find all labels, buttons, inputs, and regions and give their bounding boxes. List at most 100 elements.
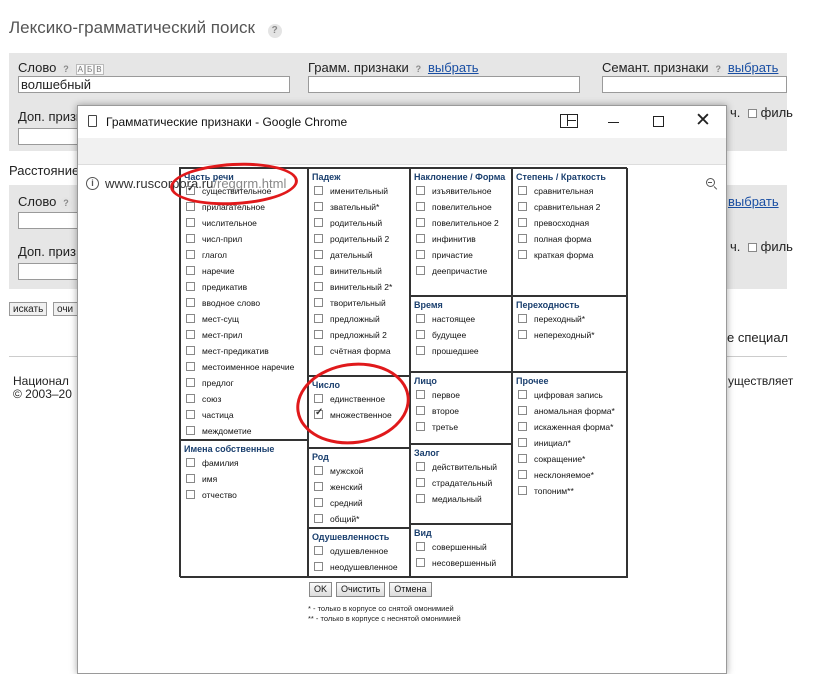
- checkbox[interactable]: [416, 218, 425, 228]
- option-row[interactable]: мужской: [314, 465, 364, 477]
- url-bar[interactable]: i www.ruscorpora.ru/reggrm.html: [78, 138, 726, 191]
- checkbox[interactable]: [314, 186, 323, 196]
- option-row[interactable]: инициал*: [518, 437, 571, 449]
- checkbox[interactable]: [518, 390, 527, 400]
- checkbox[interactable]: [518, 202, 527, 212]
- checkbox[interactable]: [186, 234, 195, 244]
- option-row[interactable]: винительный: [314, 265, 382, 277]
- option-row[interactable]: именительный: [314, 185, 388, 197]
- option-row[interactable]: дательный: [314, 249, 373, 261]
- checkbox[interactable]: [186, 410, 195, 420]
- option-row[interactable]: общий*: [314, 513, 359, 525]
- checkbox[interactable]: [314, 314, 323, 324]
- checkbox[interactable]: [416, 558, 425, 568]
- option-row[interactable]: превосходная: [518, 217, 589, 229]
- option-row[interactable]: сравнительная 2: [518, 201, 600, 213]
- checkbox[interactable]: [416, 478, 425, 488]
- option-row[interactable]: винительный 2*: [314, 281, 392, 293]
- checkbox[interactable]: [186, 298, 195, 308]
- option-row[interactable]: причастие: [416, 249, 473, 261]
- checkbox[interactable]: [416, 330, 425, 340]
- option-row[interactable]: мест-предикатив: [186, 345, 269, 357]
- close-icon[interactable]: ✕: [695, 111, 711, 131]
- checkbox[interactable]: [186, 490, 195, 500]
- option-row[interactable]: аномальная форма*: [518, 405, 615, 417]
- checkbox[interactable]: [186, 362, 195, 372]
- checkbox[interactable]: [186, 314, 195, 324]
- option-row[interactable]: средний: [314, 497, 363, 509]
- checkbox[interactable]: [314, 546, 323, 556]
- option-row[interactable]: деепричастие: [416, 265, 487, 277]
- checkbox[interactable]: [416, 462, 425, 472]
- option-row[interactable]: предикатив: [186, 281, 247, 293]
- option-row[interactable]: инфинитив: [416, 233, 476, 245]
- checkbox[interactable]: [416, 186, 425, 196]
- option-row[interactable]: топоним**: [518, 485, 574, 497]
- gram-help-icon[interactable]: ?: [412, 63, 425, 75]
- checkbox[interactable]: [314, 330, 323, 340]
- option-row[interactable]: союз: [186, 393, 221, 405]
- checkbox[interactable]: [186, 426, 195, 436]
- gram-choose-link[interactable]: выбрать: [428, 60, 479, 75]
- popup-titlebar[interactable]: Грамматические признаки - Google Chrome …: [78, 106, 726, 138]
- checkbox[interactable]: [186, 266, 195, 276]
- checkbox[interactable]: [416, 250, 425, 260]
- option-row[interactable]: настоящее: [416, 313, 475, 325]
- option-row[interactable]: наречие: [186, 265, 235, 277]
- checkbox[interactable]: [186, 394, 195, 404]
- checkbox[interactable]: [186, 378, 195, 388]
- checkbox[interactable]: [416, 406, 425, 416]
- maximize-icon[interactable]: [653, 116, 664, 127]
- checkbox[interactable]: [518, 454, 527, 464]
- option-row[interactable]: одушевленное: [314, 545, 388, 557]
- option-row[interactable]: родительный: [314, 217, 382, 229]
- extra2-input[interactable]: [18, 263, 78, 280]
- clear-button[interactable]: Очистить: [336, 582, 386, 597]
- checkbox[interactable]: [314, 282, 323, 292]
- option-row[interactable]: прошедшее: [416, 345, 479, 357]
- checkbox[interactable]: [416, 202, 425, 212]
- layout-icon[interactable]: [560, 114, 578, 128]
- filter-checkbox[interactable]: [748, 109, 758, 119]
- option-row[interactable]: действительный: [416, 461, 497, 473]
- option-row[interactable]: отчество: [186, 489, 237, 501]
- checkbox[interactable]: [314, 514, 323, 524]
- checkbox[interactable]: [518, 234, 527, 244]
- option-row[interactable]: предложный: [314, 313, 380, 325]
- option-row[interactable]: родительный 2: [314, 233, 389, 245]
- checkbox[interactable]: [518, 186, 527, 196]
- option-row[interactable]: фамилия: [186, 457, 239, 469]
- option-row[interactable]: цифровая запись: [518, 389, 603, 401]
- checkbox[interactable]: [518, 422, 527, 432]
- checkbox[interactable]: [314, 202, 323, 212]
- option-row[interactable]: сокращение*: [518, 453, 585, 465]
- checkbox[interactable]: [518, 250, 527, 260]
- clear-form-button[interactable]: очи: [53, 302, 79, 316]
- checkbox[interactable]: [186, 458, 195, 468]
- checkbox[interactable]: [186, 250, 195, 260]
- option-row[interactable]: второе: [416, 405, 459, 417]
- checkbox[interactable]: [314, 498, 323, 508]
- option-row[interactable]: имя: [186, 473, 217, 485]
- checkbox[interactable]: [314, 298, 323, 308]
- option-row[interactable]: третье: [416, 421, 458, 433]
- option-row[interactable]: мест-прил: [186, 329, 243, 341]
- option-row[interactable]: повелительное 2: [416, 217, 499, 229]
- checkbox[interactable]: [416, 266, 425, 276]
- checkbox[interactable]: [518, 330, 527, 340]
- option-row[interactable]: искаженная форма*: [518, 421, 613, 433]
- word-input[interactable]: волшебный: [18, 76, 290, 93]
- checkbox[interactable]: [518, 314, 527, 324]
- checkbox[interactable]: [518, 406, 527, 416]
- checkbox[interactable]: [416, 234, 425, 244]
- checkbox[interactable]: [416, 314, 425, 324]
- zoom-out-icon[interactable]: [706, 178, 715, 187]
- info-icon[interactable]: i: [86, 177, 99, 190]
- sem-help-icon[interactable]: ?: [712, 63, 725, 75]
- option-row[interactable]: счётная форма: [314, 345, 391, 357]
- option-row[interactable]: будущее: [416, 329, 466, 341]
- checkbox[interactable]: [416, 422, 425, 432]
- kbd-key-v[interactable]: В: [94, 64, 104, 75]
- checkbox[interactable]: [314, 466, 323, 476]
- option-row[interactable]: несовершенный: [416, 557, 496, 569]
